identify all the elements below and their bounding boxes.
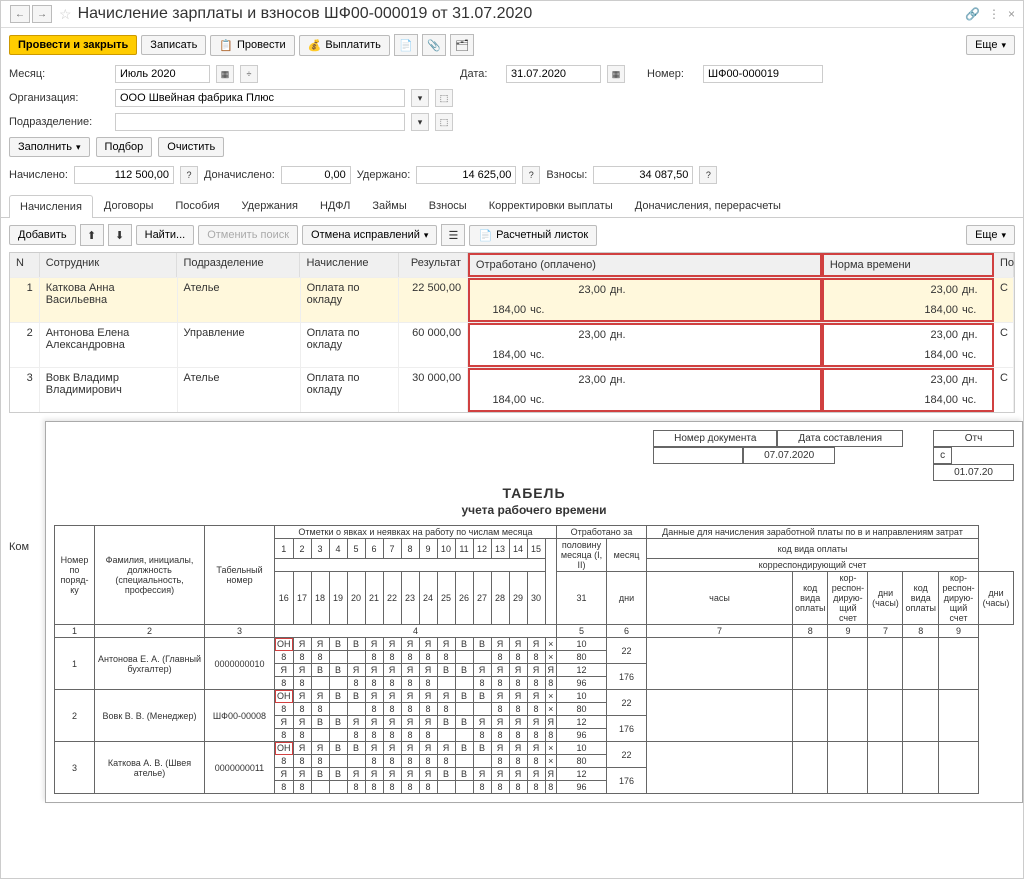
tab-2[interactable]: Пособия <box>164 194 230 217</box>
col-worked[interactable]: Отработано (оплачено) <box>468 253 822 277</box>
month-label: Месяц: <box>9 68 109 80</box>
clear-button[interactable]: Очистить <box>158 137 224 157</box>
post-label: Провести <box>237 39 286 51</box>
contrib-info-icon[interactable]: ? <box>699 166 717 184</box>
window-title: Начисление зарплаты и взносов ШФ00-00001… <box>78 5 533 23</box>
app-window: ← → ☆ Начисление зарплаты и взносов ШФ00… <box>0 0 1024 879</box>
accrued-label: Начислено: <box>9 169 68 181</box>
withheld-info-icon[interactable]: ? <box>522 166 540 184</box>
tab-7[interactable]: Корректировки выплаты <box>478 194 624 217</box>
grid-row[interactable]: 3Вовк Владимр ВладимировичАтельеОплата п… <box>10 367 1014 412</box>
grid-row[interactable]: 1Каткова Анна ВасильевнаАтельеОплата по … <box>10 277 1014 322</box>
col-po[interactable]: По <box>994 253 1014 277</box>
col-res[interactable]: Результат <box>399 253 468 277</box>
comment-label: Ком <box>9 541 29 553</box>
more-button[interactable]: Еще <box>966 35 1015 55</box>
find-button[interactable]: Найти... <box>136 225 195 245</box>
tab-0[interactable]: Начисления <box>9 195 93 218</box>
otch-header: Отч <box>933 430 1014 447</box>
withheld-label: Удержано: <box>357 169 411 181</box>
nav-fwd[interactable]: → <box>32 5 52 23</box>
month-spin-icon[interactable]: ÷ <box>240 65 258 83</box>
print-icon[interactable]: 🗂 <box>450 34 474 56</box>
payslip-label: Расчетный листок <box>496 229 588 241</box>
dept-dropdown-icon[interactable]: ▾ <box>411 113 429 131</box>
post-button[interactable]: 📋 Провести <box>210 35 294 56</box>
accrued-info-icon[interactable]: ? <box>180 166 198 184</box>
org-input[interactable] <box>115 89 405 107</box>
more-icon[interactable]: ⋮ <box>988 7 1000 21</box>
docdate-val: 07.07.2020 <box>743 447 835 464</box>
post-close-button[interactable]: Провести и закрыть <box>9 35 137 55</box>
tab-1[interactable]: Договоры <box>93 194 164 217</box>
payslip-button[interactable]: 📄 Расчетный листок <box>469 225 597 246</box>
number-label: Номер: <box>647 68 697 80</box>
grid-row[interactable]: 2Антонова Елена АлександровнаУправлениеО… <box>10 322 1014 367</box>
add-button[interactable]: Добавить <box>9 225 76 245</box>
date-label: Дата: <box>460 68 500 80</box>
cancel-search-button[interactable]: Отменить поиск <box>198 225 298 245</box>
addaccrued-val <box>281 166 351 184</box>
otch-c: с <box>933 447 952 464</box>
org-open-icon[interactable]: ⬚ <box>435 89 453 107</box>
col-norm[interactable]: Норма времени <box>822 253 994 277</box>
fill-button[interactable]: Заполнить <box>9 137 90 157</box>
tabs: НачисленияДоговорыПособияУдержанияНДФЛЗа… <box>1 194 1023 218</box>
col-n[interactable]: N <box>10 253 40 277</box>
tab-5[interactable]: Займы <box>361 194 417 217</box>
list-icon[interactable]: ☰ <box>441 224 465 246</box>
nav-back[interactable]: ← <box>10 5 30 23</box>
contrib-label: Взносы: <box>546 169 587 181</box>
tab-8[interactable]: Доначисления, перерасчеты <box>624 194 792 217</box>
dept-input[interactable] <box>115 113 405 131</box>
sub-more-button[interactable]: Еще <box>966 225 1015 245</box>
pay-button[interactable]: 💰 Выплатить <box>299 35 390 56</box>
move-up-icon[interactable]: ⬆ <box>80 224 104 246</box>
org-dropdown-icon[interactable]: ▾ <box>411 89 429 107</box>
timesheet-table: Номер по поряд-куФамилия, инициалы, долж… <box>54 525 1014 794</box>
accruals-grid: N Сотрудник Подразделение Начисление Рез… <box>9 252 1015 413</box>
tabel-subtitle: учета рабочего времени <box>54 503 1014 517</box>
dept-open-icon[interactable]: ⬚ <box>435 113 453 131</box>
docdate-header: Дата составления <box>777 430 903 447</box>
date-picker-icon[interactable]: ▦ <box>607 65 625 83</box>
timesheet-panel: Номер документа Дата составления 07.07.2… <box>45 421 1023 803</box>
save-button[interactable]: Записать <box>141 35 206 55</box>
link-icon[interactable]: 🔗 <box>965 7 980 21</box>
dept-label: Подразделение: <box>9 116 109 128</box>
titlebar: ← → ☆ Начисление зарплаты и взносов ШФ00… <box>1 1 1023 28</box>
main-toolbar: Провести и закрыть Записать 📋 Провести 💰… <box>1 28 1023 62</box>
month-picker-icon[interactable]: ▦ <box>216 65 234 83</box>
report-icon[interactable]: 📄 <box>394 34 418 56</box>
col-nch[interactable]: Начисление <box>300 253 398 277</box>
col-emp[interactable]: Сотрудник <box>40 253 178 277</box>
month-input[interactable] <box>115 65 210 83</box>
col-dep[interactable]: Подразделение <box>177 253 300 277</box>
accrued-val <box>74 166 174 184</box>
otch-date: 01.07.20 <box>933 464 1014 481</box>
close-icon[interactable]: × <box>1008 7 1015 21</box>
move-down-icon[interactable]: ⬇ <box>108 224 132 246</box>
favorite-icon[interactable]: ☆ <box>59 6 72 23</box>
pick-button[interactable]: Подбор <box>96 137 153 157</box>
tab-3[interactable]: Удержания <box>231 194 309 217</box>
date-input[interactable] <box>506 65 601 83</box>
tabel-title: ТАБЕЛЬ <box>54 485 1014 501</box>
addaccrued-label: Доначислено: <box>204 169 275 181</box>
docnum-header: Номер документа <box>653 430 777 447</box>
attach-icon[interactable]: 📎 <box>422 34 446 56</box>
docnum-val <box>653 447 743 464</box>
contrib-val <box>593 166 693 184</box>
withheld-val <box>416 166 516 184</box>
pay-label: Выплатить <box>325 39 380 51</box>
tab-6[interactable]: Взносы <box>418 194 478 217</box>
number-input[interactable] <box>703 65 823 83</box>
cancel-fix-button[interactable]: Отмена исправлений <box>302 225 437 245</box>
org-label: Организация: <box>9 92 109 104</box>
tab-4[interactable]: НДФЛ <box>309 194 361 217</box>
